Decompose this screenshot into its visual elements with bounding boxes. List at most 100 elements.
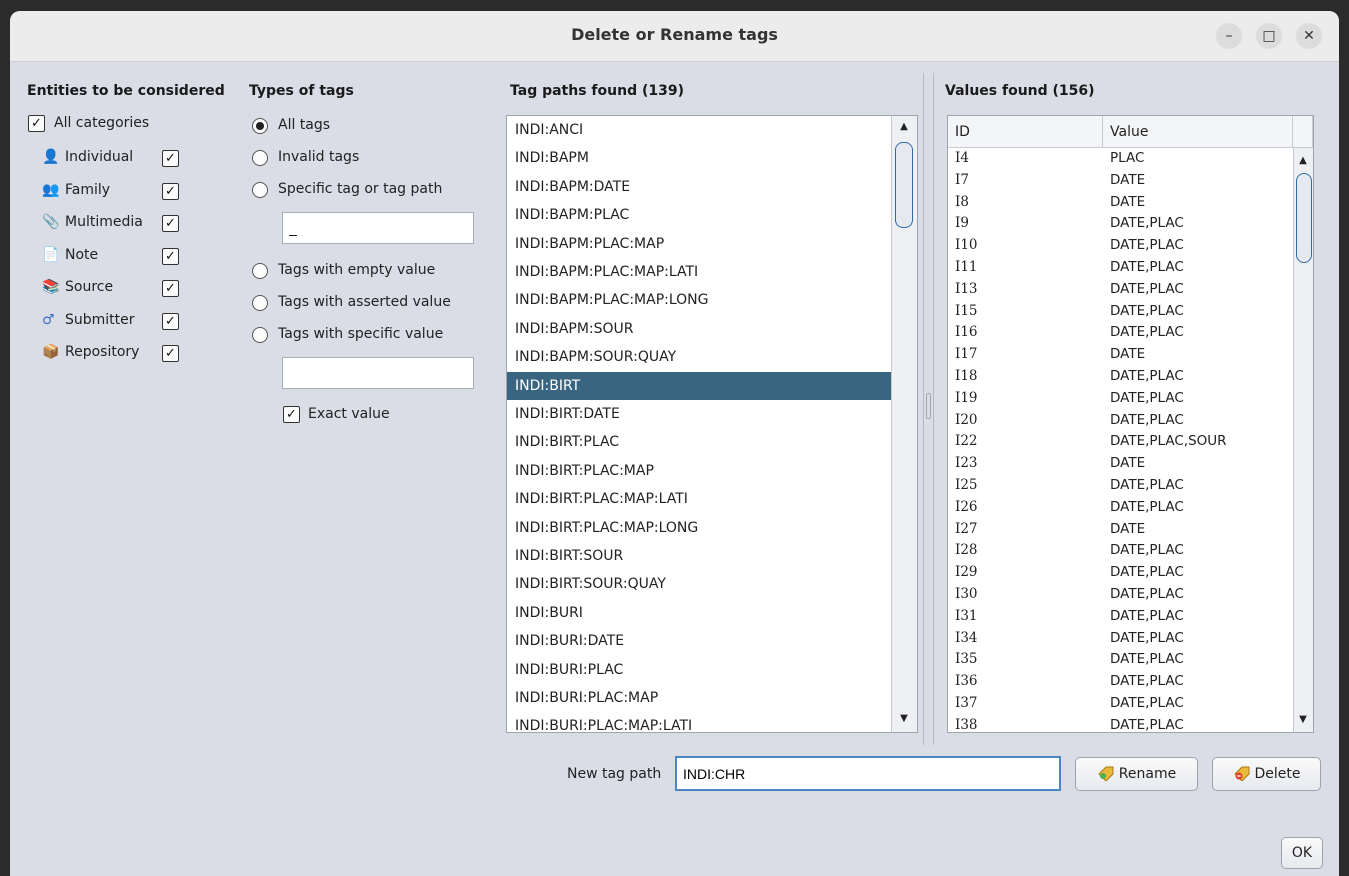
scroll-up-arrow-icon[interactable]: ▲ (895, 121, 913, 132)
table-row[interactable]: I27 DATE (948, 520, 1293, 542)
tag-path-item[interactable]: INDI:BAPM:PLAC (507, 201, 891, 229)
table-row[interactable]: I9 DATE,PLAC (948, 214, 1293, 236)
table-row[interactable]: I36 DATE,PLAC (948, 672, 1293, 694)
tag-path-item[interactable]: INDI:BIRT:SOUR:QUAY (507, 570, 891, 598)
tag-type-label-2[interactable]: Invalid tags (278, 149, 359, 165)
table-row[interactable]: I34 DATE,PLAC (948, 629, 1293, 651)
table-row[interactable]: I19 DATE,PLAC (948, 389, 1293, 411)
tag-path-item[interactable]: INDI:BURI:PLAC:MAP (507, 684, 891, 712)
table-row[interactable]: I23 DATE (948, 454, 1293, 476)
ok-button[interactable]: OK (1281, 837, 1323, 869)
tag-path-item[interactable]: INDI:BURI (507, 599, 891, 627)
tag-type-radio-4[interactable] (252, 263, 268, 279)
tag-path-item[interactable]: INDI:BIRT:PLAC (507, 428, 891, 456)
table-row[interactable]: I18 DATE,PLAC (948, 367, 1293, 389)
new-tag-path-input[interactable] (675, 756, 1061, 791)
tag-path-item[interactable]: INDI:BURI:PLAC:MAP:LATI (507, 712, 891, 732)
tag-path-item[interactable]: INDI:BIRT:PLAC:MAP (507, 457, 891, 485)
minimize-button[interactable]: – (1216, 23, 1242, 49)
tag-path-item[interactable]: INDI:BURI:DATE (507, 627, 891, 655)
exact-value-checkbox[interactable]: ✓ (283, 406, 300, 423)
specific-tag-input[interactable] (282, 212, 474, 244)
values-scroll-thumb[interactable] (1296, 173, 1312, 263)
table-row[interactable]: I37 DATE,PLAC (948, 694, 1293, 716)
tag-path-item[interactable]: INDI:BAPM:PLAC:MAP:LONG (507, 286, 891, 314)
table-row[interactable]: I17 DATE (948, 345, 1293, 367)
tag-path-item[interactable]: INDI:BIRT:PLAC:MAP:LATI (507, 485, 891, 513)
tag-type-label-6[interactable]: Tags with specific value (278, 326, 443, 342)
tag-path-item[interactable]: INDI:BAPM:SOUR:QUAY (507, 343, 891, 371)
table-row[interactable]: I35 DATE,PLAC (948, 650, 1293, 672)
column-header-value[interactable]: Value (1103, 116, 1293, 148)
delete-button[interactable]: Delete (1212, 757, 1321, 791)
maximize-button[interactable]: □ (1256, 23, 1282, 49)
entity-checkbox-submitter[interactable]: ✓ (162, 312, 179, 330)
scroll-down-arrow-icon[interactable]: ▼ (1294, 714, 1312, 725)
scroll-up-arrow-icon[interactable]: ▲ (1294, 155, 1312, 166)
tag-path-item[interactable]: INDI:ANCI (507, 116, 891, 144)
column-header-id[interactable]: ID (948, 116, 1103, 148)
table-row[interactable]: I11 DATE,PLAC (948, 258, 1293, 280)
entity-label-individual[interactable]: Individual (65, 149, 133, 165)
all-categories-checkbox[interactable]: ✓ (28, 115, 45, 132)
table-row[interactable]: I22 DATE,PLAC,SOUR (948, 432, 1293, 454)
table-row[interactable]: I7 DATE (948, 171, 1293, 193)
tag-type-radio-5[interactable] (252, 295, 268, 311)
tag-path-item[interactable]: INDI:BIRT:SOUR (507, 542, 891, 570)
tag-paths-scroll-thumb[interactable] (895, 142, 913, 228)
specific-value-input[interactable] (282, 357, 474, 389)
entity-checkbox-multimedia[interactable]: ✓ (162, 215, 179, 232)
entity-checkbox-family[interactable]: ✓ (162, 182, 179, 200)
tag-type-radio-2[interactable] (252, 150, 268, 166)
table-row[interactable]: I8 DATE (948, 193, 1293, 215)
tag-type-label-4[interactable]: Tags with empty value (278, 262, 435, 278)
tag-path-item[interactable]: INDI:BAPM:PLAC:MAP (507, 230, 891, 258)
table-row[interactable]: I28 DATE,PLAC (948, 541, 1293, 563)
tag-path-item[interactable]: INDI:BIRT (507, 371, 891, 400)
tag-type-label-1[interactable]: All tags (278, 117, 330, 133)
table-row[interactable]: I25 DATE,PLAC (948, 476, 1293, 498)
exact-value-label[interactable]: Exact value (308, 406, 390, 422)
table-row[interactable]: I13 DATE,PLAC (948, 280, 1293, 302)
table-row[interactable]: I30 DATE,PLAC (948, 585, 1293, 607)
close-button[interactable]: ✕ (1296, 23, 1322, 49)
tag-path-item[interactable]: INDI:BAPM:DATE (507, 173, 891, 201)
tag-paths-list[interactable]: INDI:ANCI INDI:BAPM INDI:BAPM:DATE INDI:BAP… (506, 115, 918, 733)
entity-checkbox-individual[interactable]: ✓ (162, 150, 179, 167)
split-handle[interactable] (926, 393, 931, 419)
table-row[interactable]: I20 DATE,PLAC (948, 411, 1293, 433)
rename-button[interactable]: Rename (1075, 757, 1198, 791)
entity-label-repository[interactable]: Repository (65, 344, 139, 360)
tag-type-label-5[interactable]: Tags with asserted value (278, 294, 451, 310)
tag-path-item[interactable]: INDI:BAPM (507, 144, 891, 172)
tag-path-item[interactable]: INDI:BAPM:PLAC:MAP:LATI (507, 258, 891, 286)
entity-label-submitter[interactable]: Submitter (65, 312, 135, 328)
entity-label-family[interactable]: Family (65, 182, 110, 198)
table-row[interactable]: I29 DATE,PLAC (948, 563, 1293, 585)
entity-label-multimedia[interactable]: Multimedia (65, 214, 143, 230)
tag-path-item[interactable]: INDI:BURI:PLAC (507, 656, 891, 684)
table-row[interactable]: I38 DATE,PLAC (948, 716, 1293, 732)
table-row[interactable]: I16 DATE,PLAC (948, 323, 1293, 345)
tag-path-item[interactable]: INDI:BAPM:SOUR (507, 315, 891, 343)
entity-checkbox-source[interactable]: ✓ (162, 280, 179, 297)
all-categories-label[interactable]: All categories (54, 115, 149, 131)
table-row[interactable]: I15 DATE,PLAC (948, 302, 1293, 324)
tag-type-radio-1[interactable] (252, 118, 268, 134)
entity-label-source[interactable]: Source (65, 279, 113, 295)
table-row[interactable]: I10 DATE,PLAC (948, 236, 1293, 258)
tag-paths-scrollbar[interactable]: ▲ ▼ (891, 116, 917, 732)
entity-checkbox-note[interactable]: ✓ (162, 247, 179, 265)
table-row[interactable]: I26 DATE,PLAC (948, 498, 1293, 520)
tag-type-radio-6[interactable] (252, 327, 268, 343)
tag-path-item[interactable]: INDI:BIRT:DATE (507, 400, 891, 428)
scroll-down-arrow-icon[interactable]: ▼ (895, 713, 913, 724)
entity-checkbox-repository[interactable]: ✓ (162, 345, 179, 362)
table-row[interactable]: I4 PLAC (948, 149, 1293, 171)
title-bar[interactable]: Delete or Rename tags – □ ✕ (10, 11, 1339, 62)
tag-path-item[interactable]: INDI:BIRT:PLAC:MAP:LONG (507, 514, 891, 542)
tag-type-radio-3[interactable] (252, 182, 268, 198)
values-table[interactable]: ID Value I4 PLAC I7 DATE I8 DATE I9 DATE,PLAC I1… (947, 115, 1314, 733)
table-row[interactable]: I31 DATE,PLAC (948, 607, 1293, 629)
tag-type-label-3[interactable]: Specific tag or tag path (278, 181, 442, 197)
